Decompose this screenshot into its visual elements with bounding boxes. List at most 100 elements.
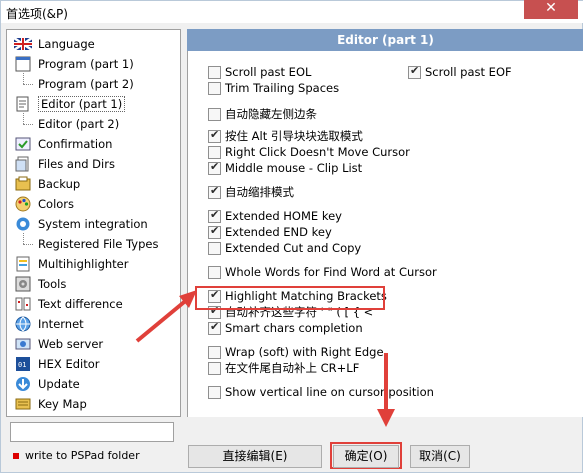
sidebar-item-label: Internet bbox=[38, 317, 84, 331]
option-label: Show vertical line on cursor position bbox=[225, 385, 434, 399]
keymap-icon bbox=[13, 395, 33, 413]
option-label: 按住 Alt 引导块块选取模式 bbox=[225, 129, 363, 143]
sidebar-item-editor-part-1[interactable]: Editor (part 1) bbox=[7, 94, 180, 114]
checkbox-unchecked-icon[interactable] bbox=[208, 385, 221, 399]
sidebar-item-label: Editor (part 2) bbox=[38, 117, 120, 131]
sidebar-item-backup[interactable]: Backup bbox=[7, 174, 180, 194]
title-bar: 首选项(&P) ✕ bbox=[1, 0, 583, 23]
hex-icon: 01 bbox=[13, 355, 33, 373]
option-checkbox[interactable]: Wrap (soft) with Right Edge bbox=[208, 344, 384, 360]
option-checkbox[interactable]: Extended HOME key bbox=[208, 208, 342, 224]
sidebar-item-language[interactable]: Language bbox=[7, 34, 180, 54]
option-label: 在文件尾自动补上 CR+LF bbox=[225, 361, 360, 375]
option-checkbox[interactable]: 按住 Alt 引导块块选取模式 bbox=[208, 128, 363, 144]
option-label: Extended HOME key bbox=[225, 209, 342, 223]
option-checkbox[interactable]: Scroll past EOL bbox=[208, 64, 311, 80]
highlight-annotation-box bbox=[195, 286, 385, 310]
checkbox-unchecked-icon[interactable] bbox=[208, 81, 221, 95]
checkbox-unchecked-icon[interactable] bbox=[208, 65, 221, 79]
option-checkbox[interactable]: 自动隐藏左侧边条 bbox=[208, 106, 317, 122]
option-label: Scroll past EOF bbox=[425, 65, 512, 79]
option-checkbox[interactable]: 在文件尾自动补上 CR+LF bbox=[208, 360, 359, 376]
text-diff-icon bbox=[13, 295, 33, 313]
option-checkbox[interactable]: Scroll past EOF bbox=[408, 64, 512, 80]
sidebar-search-input[interactable] bbox=[10, 422, 174, 442]
sidebar-item-label: Multihighlighter bbox=[38, 257, 129, 271]
program-icon bbox=[13, 55, 33, 73]
status-message: write to PSPad folder bbox=[13, 449, 140, 462]
option-checkbox[interactable]: Middle mouse - Clip List bbox=[208, 160, 362, 176]
checkbox-unchecked-icon[interactable] bbox=[208, 145, 221, 159]
sidebar-item-internet[interactable]: Internet bbox=[7, 314, 180, 334]
sidebar-item-label: Files and Dirs bbox=[38, 157, 115, 171]
sidebar-item-label: Registered File Types bbox=[38, 237, 159, 251]
multihighlighter-icon bbox=[13, 255, 33, 273]
option-checkbox[interactable]: 自动缩排模式 bbox=[208, 184, 294, 200]
option-label: Extended END key bbox=[225, 225, 332, 239]
sidebar-item-files-and-dirs[interactable]: Files and Dirs bbox=[7, 154, 180, 174]
checkbox-checked-icon[interactable] bbox=[408, 64, 421, 79]
sidebar-item-system-integration[interactable]: System integration bbox=[7, 214, 180, 234]
option-label: Smart chars completion bbox=[225, 321, 363, 335]
sidebar-item-key-map[interactable]: Key Map bbox=[7, 394, 180, 414]
backup-icon bbox=[13, 175, 33, 193]
option-checkbox[interactable]: Extended Cut and Copy bbox=[208, 240, 361, 256]
sidebar-item-web-server[interactable]: Web server bbox=[7, 334, 180, 354]
option-checkbox[interactable]: Right Click Doesn't Move Cursor bbox=[208, 144, 410, 160]
sidebar-item-colors[interactable]: Colors bbox=[7, 194, 180, 214]
sidebar-item-program-part-1[interactable]: Program (part 1) bbox=[7, 54, 180, 74]
tools-icon bbox=[13, 275, 33, 293]
option-label: Extended Cut and Copy bbox=[225, 241, 362, 255]
option-label: 自动隐藏左侧边条 bbox=[225, 107, 317, 121]
tree-connector bbox=[23, 84, 33, 85]
checkbox-unchecked-icon[interactable] bbox=[208, 361, 221, 375]
option-label: Scroll past EOL bbox=[225, 65, 312, 79]
files-icon bbox=[13, 155, 33, 173]
option-label: Right Click Doesn't Move Cursor bbox=[225, 145, 410, 159]
checkbox-unchecked-icon[interactable] bbox=[208, 345, 221, 359]
tree-connector bbox=[23, 244, 33, 245]
checkbox-checked-icon[interactable] bbox=[208, 160, 221, 175]
option-checkbox[interactable]: Trim Trailing Spaces bbox=[208, 80, 339, 96]
checkbox-checked-icon[interactable] bbox=[208, 320, 221, 335]
sidebar-item-label: Program (part 2) bbox=[38, 77, 134, 91]
update-icon bbox=[13, 375, 33, 393]
option-checkbox[interactable]: Whole Words for Find Word at Cursor bbox=[208, 264, 437, 280]
status-message-text: write to PSPad folder bbox=[25, 449, 140, 462]
sidebar-item-multihighlighter[interactable]: Multihighlighter bbox=[7, 254, 180, 274]
option-label: 自动缩排模式 bbox=[225, 185, 294, 199]
option-label: Middle mouse - Clip List bbox=[225, 161, 363, 175]
sidebar-item-label: Key Map bbox=[38, 397, 87, 411]
sidebar-item-label: Web server bbox=[38, 337, 104, 351]
close-button[interactable]: ✕ bbox=[524, 0, 578, 19]
sidebar-item-tools[interactable]: Tools bbox=[7, 274, 180, 294]
checkbox-checked-icon[interactable] bbox=[208, 224, 221, 239]
direct-edit-button[interactable]: 直接编辑(E) bbox=[188, 445, 322, 468]
option-checkbox[interactable]: Extended END key bbox=[208, 224, 332, 240]
confirmation-icon bbox=[13, 135, 33, 153]
uk-flag-icon bbox=[13, 35, 33, 53]
ok-button[interactable]: 确定(O) bbox=[333, 445, 399, 468]
sidebar-item-hex-editor[interactable]: 01 HEX Editor bbox=[7, 354, 180, 374]
checkbox-checked-icon[interactable] bbox=[208, 128, 221, 143]
options-panel: Scroll past EOL Scroll past EOF Trim Trail… bbox=[187, 51, 583, 417]
sidebar-item-label: Colors bbox=[38, 197, 75, 211]
status-marker-icon bbox=[13, 452, 19, 459]
checkbox-unchecked-icon[interactable] bbox=[208, 265, 221, 279]
web-server-icon bbox=[13, 335, 33, 353]
tree-connector bbox=[23, 233, 24, 244]
sidebar-item-label: Language bbox=[38, 37, 95, 51]
checkbox-unchecked-icon[interactable] bbox=[208, 107, 221, 121]
option-checkbox[interactable]: Smart chars completion bbox=[208, 320, 363, 336]
option-checkbox[interactable]: Show vertical line on cursor position bbox=[208, 384, 434, 400]
sidebar-item-text-difference[interactable]: Text difference bbox=[7, 294, 180, 314]
checkbox-unchecked-icon[interactable] bbox=[208, 241, 221, 255]
cancel-button[interactable]: 取消(C) bbox=[410, 445, 470, 468]
checkbox-checked-icon[interactable] bbox=[208, 184, 221, 199]
tree-connector bbox=[23, 73, 24, 84]
category-tree: Language Program (part 1) Program (part 2)… bbox=[6, 29, 181, 417]
editor-icon bbox=[13, 95, 33, 113]
checkbox-checked-icon[interactable] bbox=[208, 208, 221, 223]
sidebar-item-update[interactable]: Update bbox=[7, 374, 180, 394]
sidebar-item-confirmation[interactable]: Confirmation bbox=[7, 134, 180, 154]
